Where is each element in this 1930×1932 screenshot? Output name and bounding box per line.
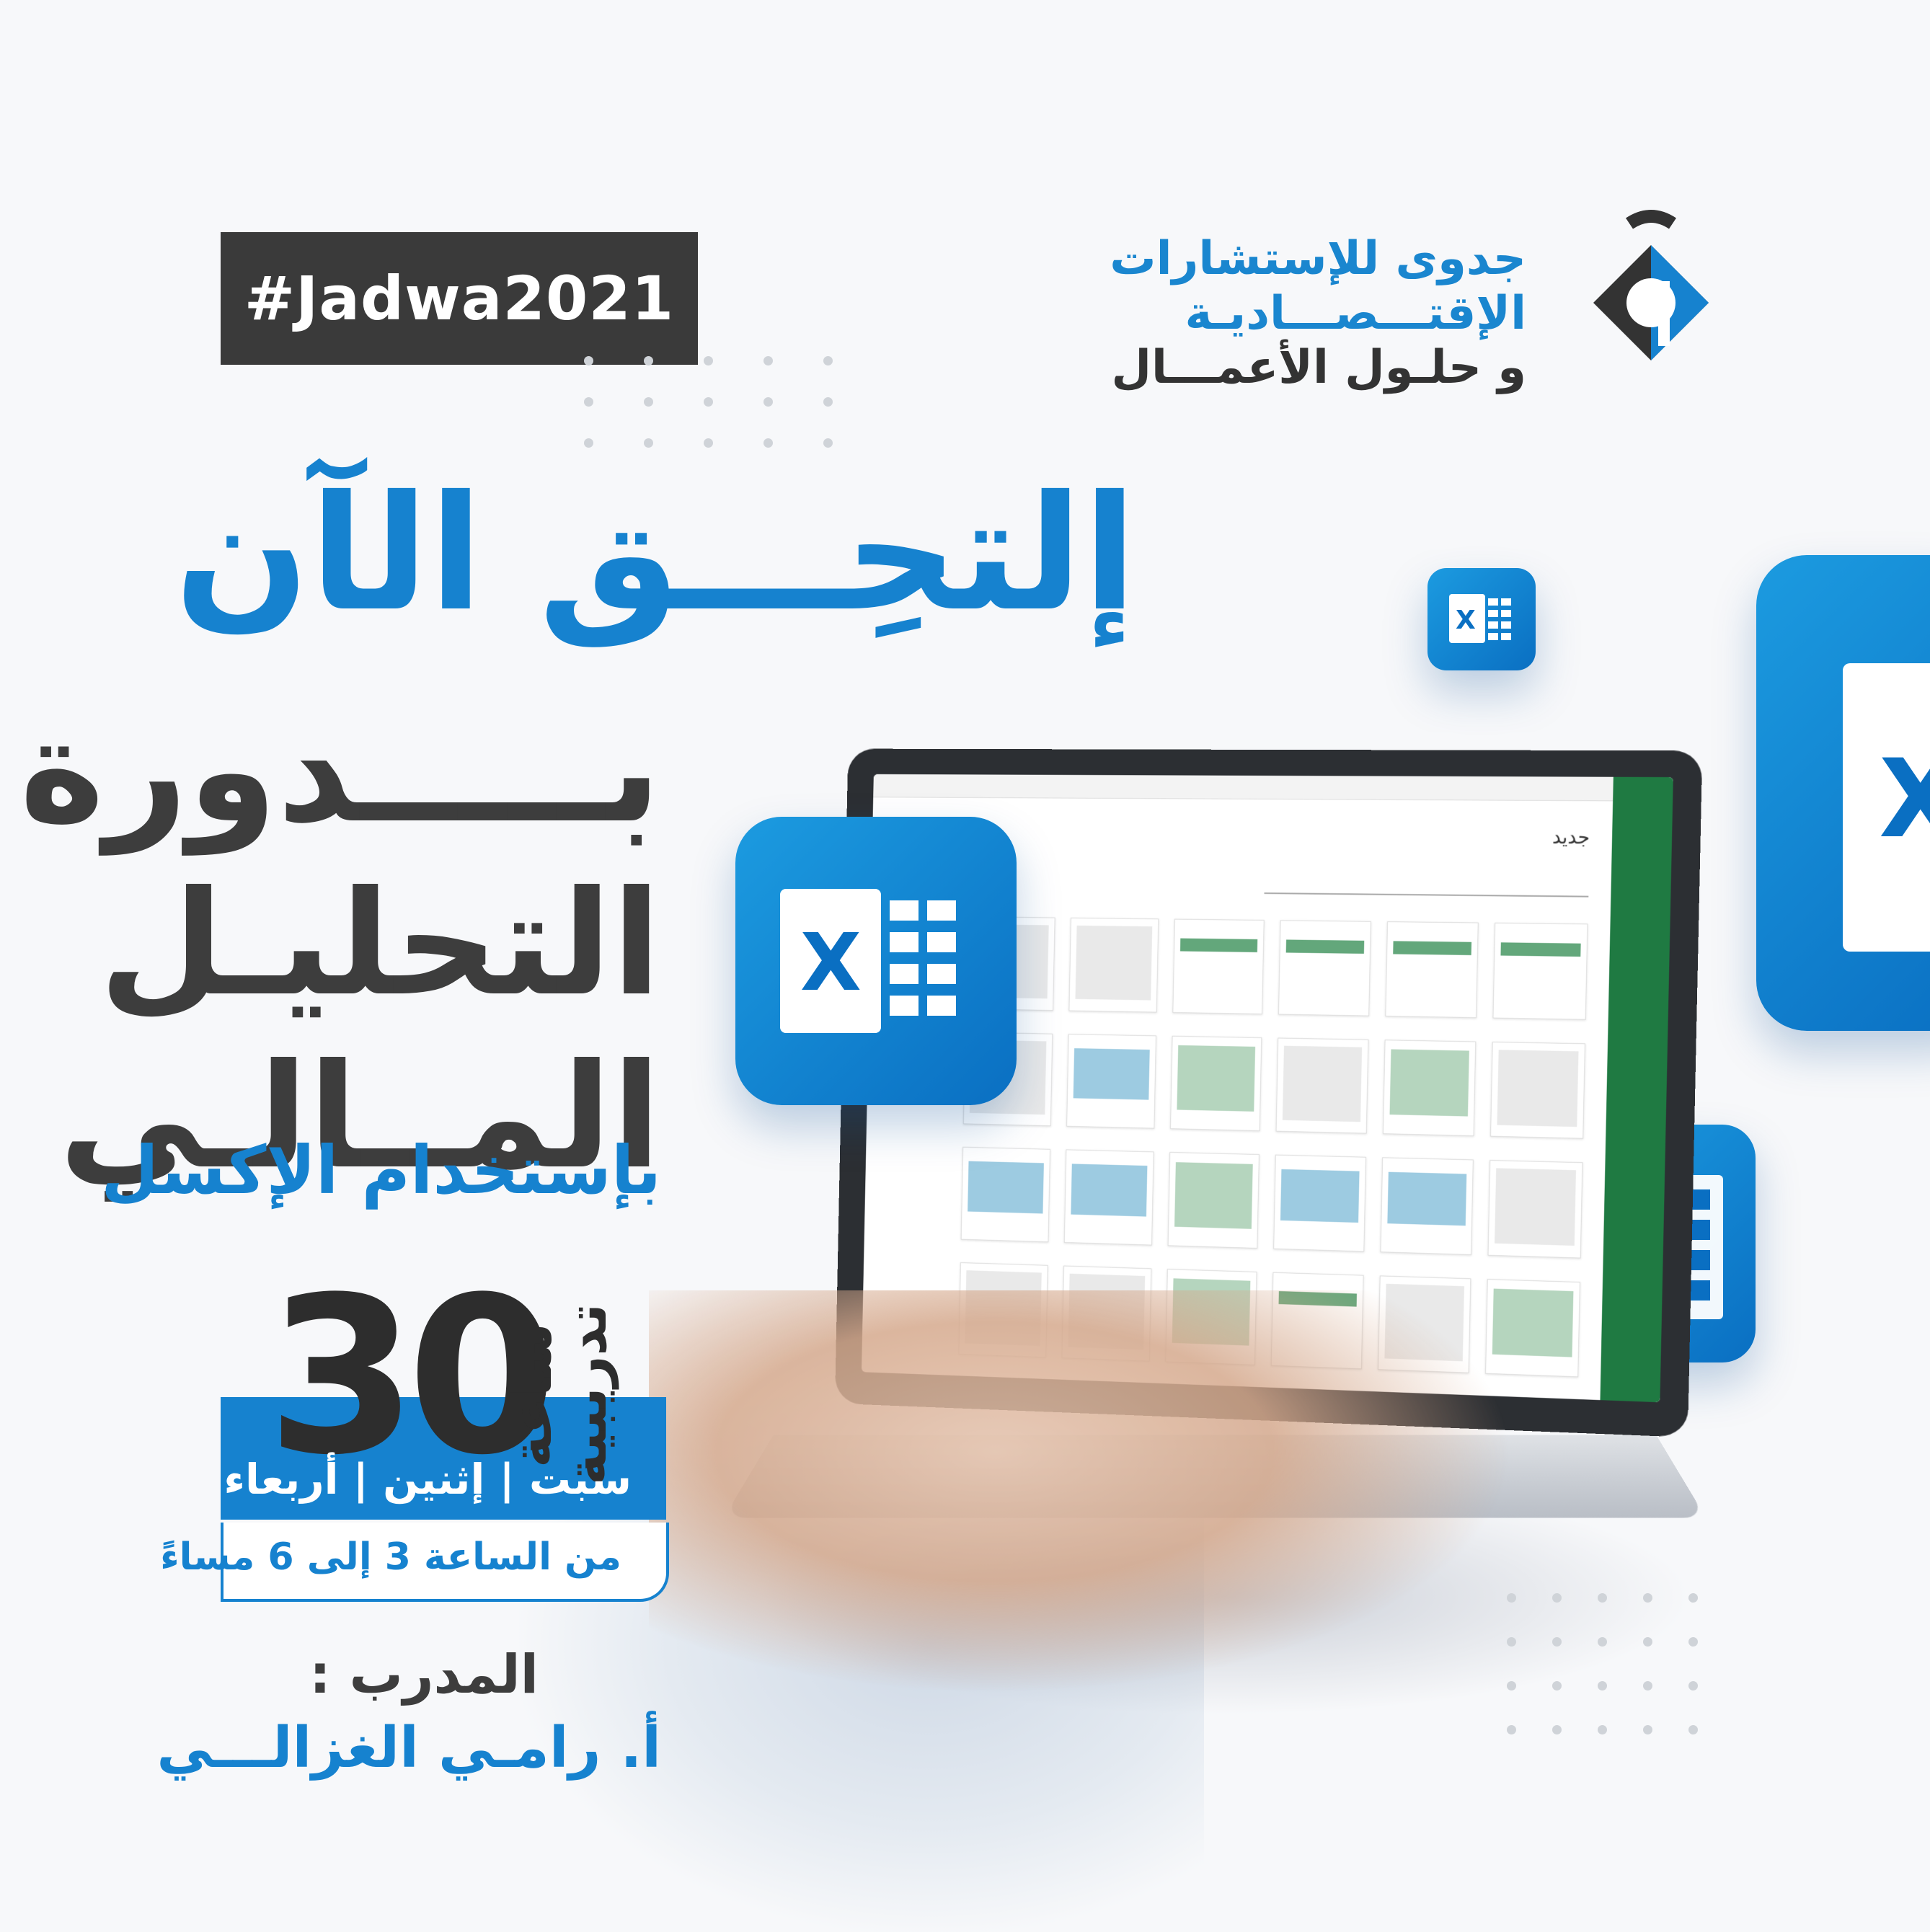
brand-name-line1: جدوى للإستشارات	[1110, 232, 1526, 285]
decorative-dots	[1507, 1593, 1698, 1734]
template-tile[interactable]	[1167, 1151, 1260, 1249]
excel-sidebar	[1600, 776, 1673, 1403]
typing-hands	[649, 1290, 1514, 1694]
template-tile[interactable]	[1275, 1037, 1369, 1134]
schedule-time: من الساعة 3 إلى 6 مساءً	[160, 1536, 621, 1579]
template-tile[interactable]	[1382, 1039, 1477, 1137]
template-tile[interactable]	[1273, 1154, 1366, 1251]
excel-titlebar	[873, 774, 1614, 802]
brand-name: جدوى للإستشارات الإقتـــصـــاديـة و حلـو…	[1110, 232, 1526, 396]
template-tile[interactable]	[1172, 918, 1265, 1014]
course-subtitle: بإستخدام الإكسل	[101, 1132, 661, 1209]
svg-text:X: X	[1879, 737, 1930, 862]
excel-icon: X	[1756, 555, 1930, 1031]
template-tile[interactable]	[1487, 1160, 1583, 1259]
excel-icon: X	[735, 817, 1017, 1105]
hashtag-banner: #Jadwa2021	[221, 232, 698, 365]
template-tile[interactable]	[1170, 1035, 1262, 1132]
template-tile[interactable]	[1380, 1157, 1474, 1255]
course-title: بـــــدورة التحليـل المــالـي	[19, 685, 661, 1204]
svg-text:X: X	[1456, 606, 1476, 635]
template-tile[interactable]	[960, 1146, 1050, 1242]
course-title-line1: بـــــدورة	[19, 687, 661, 855]
headline-join-now: إلتحِـــق الآن	[174, 461, 1138, 646]
excel-new-heading: جديد	[1551, 826, 1590, 849]
excel-icon: X	[1427, 568, 1536, 670]
course-title-line2: التحليـل	[99, 860, 661, 1028]
template-tile[interactable]	[1384, 921, 1479, 1018]
template-tile[interactable]	[1063, 1149, 1154, 1246]
template-tile[interactable]	[1066, 1033, 1157, 1129]
jadwa-logo-icon	[1550, 209, 1738, 396]
decorative-dots	[584, 356, 833, 448]
template-tile[interactable]	[1278, 920, 1371, 1016]
template-tile[interactable]	[1492, 922, 1588, 1020]
trainer-name: أ. رامـي الغزالـــي	[156, 1716, 661, 1781]
brand-name-line3: و حلـول الأعمـــال	[1111, 341, 1526, 395]
svg-text:X: X	[800, 916, 862, 1009]
brand-name-line2: الإقتـــصـــاديـة	[1185, 286, 1526, 340]
template-tile[interactable]	[1490, 1041, 1586, 1139]
trainer-label: المدرب :	[309, 1644, 539, 1706]
template-tile[interactable]	[1068, 917, 1159, 1013]
excel-template-search[interactable]	[1264, 871, 1590, 898]
schedule-days: سبت | إثنين | أربعاء	[223, 1455, 632, 1504]
